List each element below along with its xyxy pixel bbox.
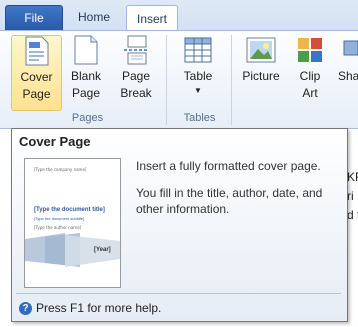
page-break-label-2: Break: [120, 86, 152, 100]
dropdown-arrow-icon: ▼: [194, 86, 202, 95]
clip-art-label-2: Art: [302, 86, 318, 100]
blank-page-label-1: Blank: [70, 69, 102, 83]
blank-page-icon: [70, 35, 102, 65]
picture-button[interactable]: Picture: [238, 35, 284, 109]
blank-page-button[interactable]: Blank Page: [64, 35, 108, 109]
tooltip-description-line-2: You fill in the title, author, date, and…: [136, 186, 323, 216]
cover-page-icon: [21, 36, 53, 66]
table-label: Table: [183, 69, 213, 83]
page-break-button[interactable]: Page Break: [113, 35, 159, 109]
group-label-pages: Pages: [71, 112, 104, 124]
tooltip-description: Insert a fully formatted cover page. You…: [136, 158, 341, 228]
group-label-tables: Tables: [183, 112, 216, 124]
blank-page-label-2: Page: [71, 86, 101, 100]
tab-file[interactable]: File: [5, 5, 63, 30]
tooltip-description-line-1: Insert a fully formatted cover page.: [136, 159, 321, 173]
thumbnail-company-line: [Type the company name]: [34, 167, 87, 172]
cover-page-label-1: Cover: [20, 70, 53, 84]
shapes-label: Sha: [338, 69, 358, 83]
tab-insert[interactable]: Insert: [126, 5, 178, 31]
thumbnail-doc-title: [Type the document title]: [34, 207, 105, 213]
thumbnail-author-line: [Type the author name]: [34, 225, 82, 230]
table-button[interactable]: Table ▼: [176, 35, 220, 109]
document-text-line: ri: [347, 189, 354, 203]
thumbnail-doc-subtitle: [Type the document subtitle]: [34, 216, 85, 221]
clip-art-icon: [294, 35, 326, 65]
page-break-label-1: Page: [121, 69, 151, 83]
clip-art-label-1: Clip: [299, 69, 321, 83]
ribbon-insert-panel: Cover Page Blank Page Page Break Pages T…: [0, 30, 358, 129]
tooltip-help-row: ? Press F1 for more help.: [19, 301, 161, 315]
cover-page-tooltip: Cover Page [Type the company name] [Type…: [11, 128, 348, 322]
cover-page-label-2: Page: [22, 87, 51, 101]
tooltip-help-text: Press F1 for more help.: [36, 301, 162, 315]
page-break-icon: [120, 35, 152, 65]
picture-icon: [245, 35, 277, 65]
clip-art-button[interactable]: Clip Art: [290, 35, 330, 109]
cover-page-button[interactable]: Cover Page: [11, 35, 62, 111]
cover-page-thumbnail: [Type the company name] [Type the docume…: [24, 158, 121, 288]
tab-home[interactable]: Home: [66, 5, 122, 29]
ribbon-tab-strip: File Home Insert: [0, 0, 358, 31]
shapes-button[interactable]: Sha: [338, 35, 358, 109]
thumbnail-year: [Year]: [94, 247, 111, 253]
group-divider: [166, 35, 167, 125]
document-text-line: KRi: [347, 170, 358, 184]
document-text-line: d t: [347, 208, 358, 222]
table-grid-icon: [182, 35, 214, 65]
shapes-icon: [338, 35, 358, 65]
group-divider: [231, 35, 232, 125]
picture-label: Picture: [242, 69, 280, 83]
help-icon: ?: [19, 301, 32, 315]
tooltip-divider: [16, 293, 341, 294]
tooltip-title: Cover Page: [19, 134, 91, 149]
